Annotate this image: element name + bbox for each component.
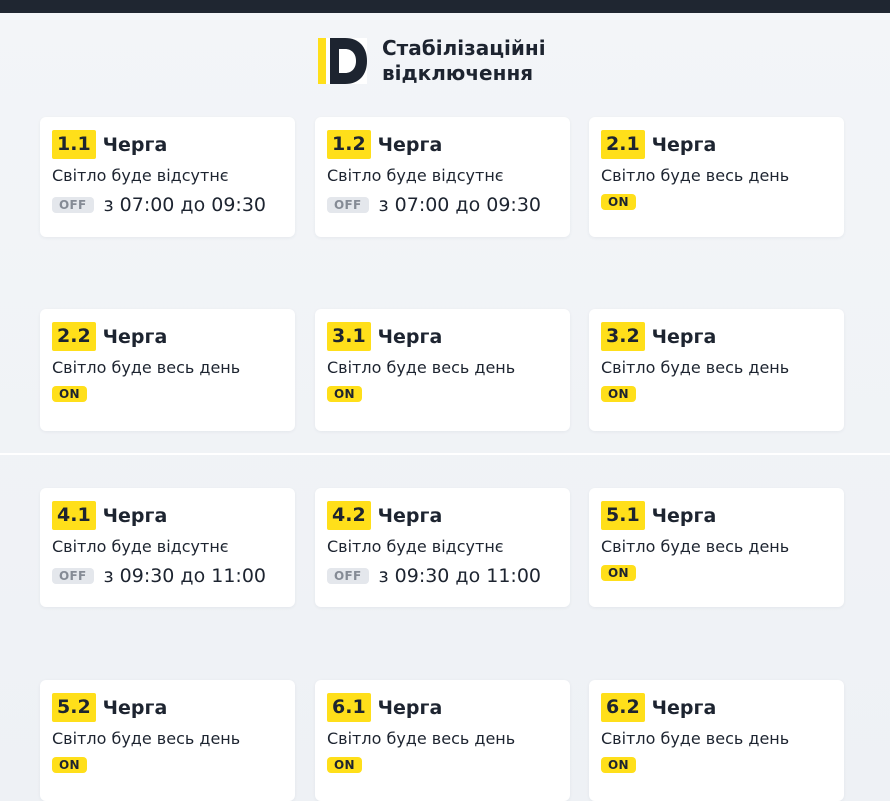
queue-label: Черга [651,504,717,527]
on-badge: ON [601,565,636,581]
card-header: 1.2 Черга [327,130,442,159]
card-header: 5.2 Черга [52,693,167,722]
page-title: Стабілізаційні відключення [382,36,546,86]
title-line-1: Стабілізаційні [382,36,546,60]
power-status-text: Світло буде весь день [327,729,516,748]
outage-time-range: з 07:00 до 09:30 [378,194,542,216]
power-state-row: ON [327,757,362,773]
queue-card: 1.2 Черга Світло буде відсутнє OFF з 07:00 д… [315,117,570,237]
card-header: 4.2 Черга [327,501,442,530]
card-header: 1.1 Черга [52,130,167,159]
queue-card: 3.2 Черга Світло буде весь день ON [589,309,844,431]
power-status-text: Світло буде весь день [601,358,790,377]
power-state-row: ON [601,565,636,581]
power-status-text: Світло буде весь день [601,729,790,748]
off-badge: OFF [327,197,369,213]
queue-number-badge: 1.2 [327,130,371,159]
power-state-row: OFF з 09:30 до 11:00 [327,565,541,587]
outage-time-range: з 09:30 до 11:00 [378,565,542,587]
queue-label: Черга [651,325,717,348]
outage-time-range: з 09:30 до 11:00 [103,565,267,587]
queue-label: Черга [102,133,168,156]
queue-card: 6.1 Черга Світло буде весь день ON [315,680,570,801]
queue-card: 6.2 Черга Світло буде весь день ON [589,680,844,801]
queue-number-badge: 5.1 [601,501,645,530]
queue-card: 2.1 Черга Світло буде весь день ON [589,117,844,237]
queue-card: 5.2 Черга Світло буде весь день ON [40,680,295,801]
card-header: 2.1 Черга [601,130,716,159]
queue-number-badge: 4.2 [327,501,371,530]
queue-card: 2.2 Черга Світло буде весь день ON [40,309,295,431]
queue-number-badge: 2.2 [52,322,96,351]
power-state-row: OFF з 09:30 до 11:00 [52,565,266,587]
off-badge: OFF [52,568,94,584]
queue-number-badge: 4.1 [52,501,96,530]
power-status-text: Світло буде відсутнє [327,537,504,556]
queue-card: 3.1 Черга Світло буде весь день ON [315,309,570,431]
on-badge: ON [327,757,362,773]
card-header: 5.1 Черга [601,501,716,530]
queue-card: 4.1 Черга Світло буде відсутнє OFF з 09:30 д… [40,488,295,607]
power-state-row: ON [601,757,636,773]
page-header: Стабілізаційні відключення [318,36,546,86]
queue-card: 4.2 Черга Світло буде відсутнє OFF з 09:30 д… [315,488,570,607]
card-header: 3.1 Черга [327,322,442,351]
queue-label: Черга [102,504,168,527]
queue-card: 1.1 Черга Світло буде відсутнє OFF з 07:00 д… [40,117,295,237]
queue-card: 5.1 Черга Світло буде весь день ON [589,488,844,607]
power-state-row: ON [327,386,362,402]
card-header: 2.2 Черга [52,322,167,351]
queue-number-badge: 6.1 [327,693,371,722]
queue-label: Черга [377,504,443,527]
queue-label: Черга [377,696,443,719]
power-status-text: Світло буде весь день [52,729,241,748]
card-header: 3.2 Черга [601,322,716,351]
power-state-row: ON [601,194,636,210]
on-badge: ON [52,757,87,773]
power-status-text: Світло буде весь день [52,358,241,377]
section-divider [0,453,890,455]
power-state-row: ON [52,386,87,402]
power-state-row: OFF з 07:00 до 09:30 [327,194,541,216]
queue-number-badge: 6.2 [601,693,645,722]
queue-label: Черга [377,133,443,156]
title-line-2: відключення [382,61,534,85]
off-badge: OFF [327,568,369,584]
queue-label: Черга [651,133,717,156]
power-state-row: ON [52,757,87,773]
queue-label: Черга [651,696,717,719]
queue-label: Черга [102,325,168,348]
card-header: 6.2 Черга [601,693,716,722]
queue-number-badge: 1.1 [52,130,96,159]
power-status-text: Світло буде весь день [601,166,790,185]
card-header: 6.1 Черга [327,693,442,722]
power-status-text: Світло буде відсутнє [327,166,504,185]
power-status-text: Світло буде відсутнє [52,166,229,185]
off-badge: OFF [52,197,94,213]
queue-number-badge: 3.1 [327,322,371,351]
on-badge: ON [52,386,87,402]
queue-label: Черга [102,696,168,719]
power-status-text: Світло буде весь день [601,537,790,556]
brand-logo-icon [318,38,367,84]
queue-number-badge: 3.2 [601,322,645,351]
power-state-row: ON [601,386,636,402]
on-badge: ON [601,386,636,402]
on-badge: ON [327,386,362,402]
on-badge: ON [601,194,636,210]
power-state-row: OFF з 07:00 до 09:30 [52,194,266,216]
power-status-text: Світло буде відсутнє [52,537,229,556]
queue-number-badge: 5.2 [52,693,96,722]
card-header: 4.1 Черга [52,501,167,530]
top-bar [0,0,890,13]
outage-time-range: з 07:00 до 09:30 [103,194,267,216]
on-badge: ON [601,757,636,773]
queue-number-badge: 2.1 [601,130,645,159]
power-status-text: Світло буде весь день [327,358,516,377]
queue-label: Черга [377,325,443,348]
